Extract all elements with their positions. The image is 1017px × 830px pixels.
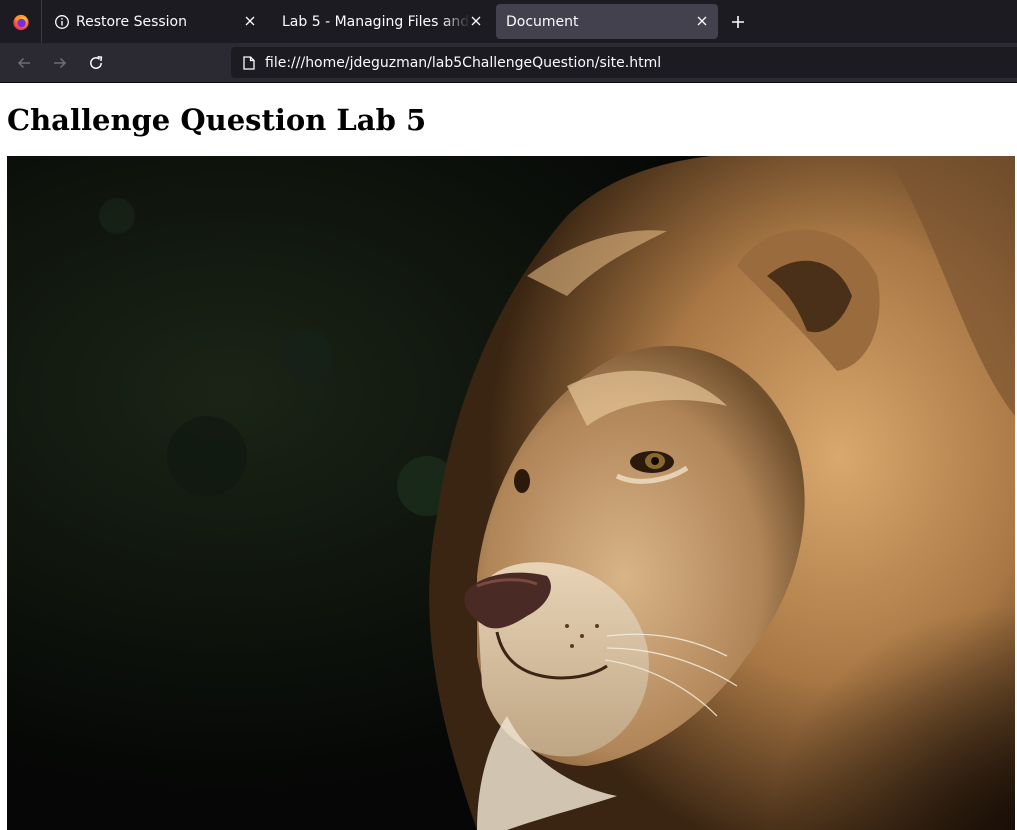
- back-button[interactable]: [6, 45, 42, 81]
- tab-label: Restore Session: [76, 13, 187, 30]
- tab-close-button[interactable]: [242, 13, 258, 29]
- page-content: Challenge Question Lab 5: [0, 84, 1017, 830]
- tab-close-button[interactable]: [694, 13, 710, 29]
- new-tab-button[interactable]: [718, 0, 758, 43]
- tab-strip: Restore Session Lab 5 - Managing Files a…: [0, 0, 1017, 43]
- navigation-toolbar: file:///home/jdeguzman/lab5ChallengeQues…: [0, 43, 1017, 83]
- browser-window: Restore Session Lab 5 - Managing Files a…: [0, 0, 1017, 830]
- plus-icon: [732, 15, 744, 28]
- firefox-logo-icon: [12, 14, 29, 30]
- reload-icon: [90, 55, 103, 69]
- reload-button[interactable]: [78, 45, 114, 81]
- close-icon: [697, 16, 707, 26]
- url-text: file:///home/jdeguzman/lab5ChallengeQues…: [265, 54, 662, 71]
- tab-lab5[interactable]: Lab 5 - Managing Files and Directories: [268, 0, 494, 43]
- tab-label: Lab 5 - Managing Files and Directories: [282, 13, 470, 30]
- lion-image: [7, 156, 1015, 830]
- url-bar[interactable]: file:///home/jdeguzman/lab5ChallengeQues…: [231, 47, 1017, 78]
- tab-restore-session[interactable]: Restore Session: [42, 0, 268, 43]
- forward-arrow-icon: [54, 57, 67, 68]
- close-icon: [245, 16, 255, 26]
- info-icon: [55, 14, 69, 29]
- tab-close-button[interactable]: [468, 13, 484, 29]
- firefox-menu-button[interactable]: [0, 0, 42, 43]
- active-tab-container: Document: [494, 0, 718, 43]
- page-title: Challenge Question Lab 5: [7, 103, 427, 137]
- tab-document[interactable]: Document: [496, 4, 718, 39]
- back-arrow-icon: [17, 57, 30, 68]
- forward-button[interactable]: [42, 45, 78, 81]
- page-icon: [241, 55, 257, 71]
- tab-label: Document: [506, 13, 579, 30]
- close-icon: [471, 16, 481, 26]
